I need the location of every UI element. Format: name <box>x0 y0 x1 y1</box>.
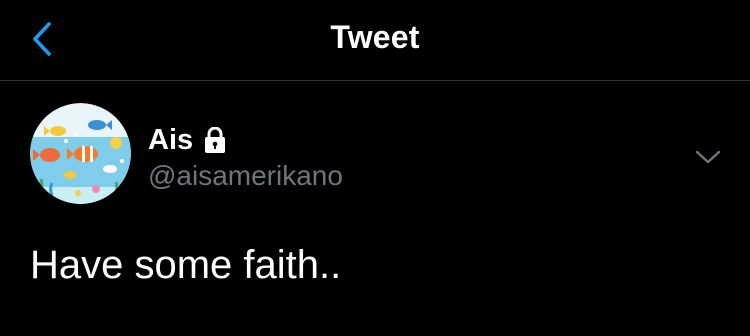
page-title: Tweet <box>330 19 420 55</box>
tropical-fish-avatar-image <box>30 103 131 204</box>
avatar[interactable] <box>30 103 131 204</box>
tweet-options-button[interactable] <box>688 142 728 172</box>
tweet-text: Have some faith.. <box>30 243 342 287</box>
author-display-name[interactable]: Ais <box>148 124 193 157</box>
author-name-row[interactable]: Ais <box>148 122 227 158</box>
lock-icon <box>203 127 227 153</box>
chevron-down-icon <box>695 150 721 164</box>
top-navigation-bar: Tweet <box>0 0 750 81</box>
author-handle[interactable]: @aisamerikano <box>148 160 343 192</box>
